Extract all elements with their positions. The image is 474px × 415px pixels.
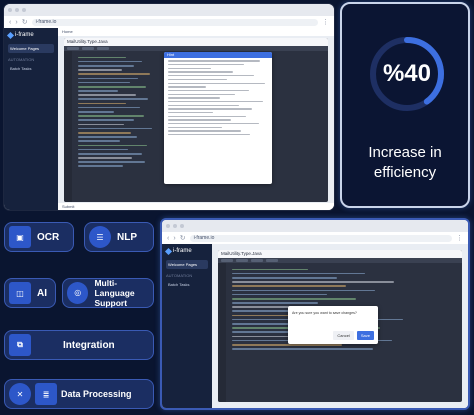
app-area: i-frame Welcome Pages AUTOMATION Batch T… <box>4 28 334 210</box>
sidebar-item-welcome[interactable]: Welcome Pages <box>166 260 208 269</box>
editor-tab[interactable] <box>236 259 248 262</box>
menu-icon[interactable]: ⋮ <box>456 235 463 242</box>
back-icon[interactable]: ‹ <box>167 235 169 242</box>
save-button[interactable]: Save <box>356 331 374 340</box>
sidebar: i-frame Welcome Pages AUTOMATION Batch T… <box>4 28 58 210</box>
sidebar-caption: AUTOMATION <box>166 273 193 278</box>
sidebar-item-batch[interactable]: Batch Tasks <box>8 64 54 73</box>
feature-ai: ◫ AI <box>4 278 56 308</box>
sidebar: i-frame Welcome Pages AUTOMATION Batch T… <box>162 244 212 408</box>
code-editor: MailUtility.Type.Java <box>218 250 462 402</box>
breadcrumb: Home <box>58 28 334 36</box>
brand-name: i-frame <box>173 248 192 254</box>
stat-label-line2: efficiency <box>373 164 437 181</box>
bottom-browser-window: ‹ › ↻ i-frame.io ⋮ i-frame Welcome Pages… <box>160 218 470 410</box>
stat-value: %40 <box>382 60 432 87</box>
back-icon[interactable]: ‹ <box>9 19 11 26</box>
logo-icon <box>6 31 15 39</box>
app-area: i-frame Welcome Pages AUTOMATION Batch T… <box>162 244 468 408</box>
stat-label-line1: Increase in <box>368 144 442 161</box>
language-icon: ◎ <box>67 282 89 304</box>
dialog-buttons: Cancel Save <box>333 331 374 340</box>
feature-data-processing: ✕ ≣ Data Processing <box>4 379 154 409</box>
window-dot <box>15 8 19 12</box>
window-titlebar <box>162 220 468 232</box>
sidebar-item-batch[interactable]: Batch Tasks <box>166 280 208 289</box>
feature-label: NLP <box>117 231 137 243</box>
forward-icon[interactable]: › <box>15 19 17 26</box>
address-bar[interactable]: i-frame.io <box>31 18 318 26</box>
editor-tab[interactable] <box>266 259 278 262</box>
reload-icon[interactable]: ↻ <box>180 235 186 242</box>
popup-title: Hint <box>164 52 272 58</box>
integration-icon: ⧉ <box>9 334 31 356</box>
logo-icon <box>164 247 173 255</box>
brand: i-frame <box>6 31 54 39</box>
save-dialog[interactable]: Are you sure you want to save changes? C… <box>288 306 378 344</box>
file-title: MailUtility.Type.Java <box>64 38 328 46</box>
brand-name: i-frame <box>15 32 34 38</box>
file-title: MailUtility.Type.Java <box>218 250 462 258</box>
code-editor: MailUtility.Type.Java <box>64 38 328 202</box>
cancel-button[interactable]: Cancel <box>333 331 354 340</box>
window-dot <box>8 8 12 12</box>
main-pane: Home MailUtility.Type.Java Hint Submit <box>58 28 334 210</box>
feature-label: Data Processing <box>61 389 132 399</box>
tools-icon: ✕ <box>9 383 31 405</box>
editor-tab[interactable] <box>97 47 109 50</box>
editor-tab[interactable] <box>251 259 263 262</box>
forward-icon[interactable]: › <box>173 235 175 242</box>
window-dot <box>166 224 170 228</box>
sidebar-caption: AUTOMATION <box>8 57 35 62</box>
ocr-icon: ▣ <box>9 226 31 248</box>
feature-label: Multi-Language Support <box>94 278 135 308</box>
window-dot <box>173 224 177 228</box>
feature-label: Integration <box>63 339 115 351</box>
dialog-message: Are you sure you want to save changes? <box>292 311 357 315</box>
brand: i-frame <box>164 247 208 255</box>
feature-ocr: ▣ OCR <box>4 222 74 252</box>
top-browser-window: ‹ › ↻ i-frame.io ⋮ i-frame Welcome Pages… <box>4 4 334 210</box>
main-pane: MailUtility.Type.Java Are you sure you w… <box>212 244 468 408</box>
database-icon: ≣ <box>35 383 57 405</box>
line-gutter <box>64 51 72 202</box>
feature-label: OCR <box>37 231 60 243</box>
reload-icon[interactable]: ↻ <box>22 19 28 26</box>
footer-bar[interactable]: Submit <box>58 203 334 210</box>
sidebar-item-welcome[interactable]: Welcome Pages <box>8 44 54 53</box>
line-gutter <box>218 263 226 402</box>
nlp-icon: ☰ <box>89 226 111 248</box>
address-bar[interactable]: i-frame.io <box>189 234 452 242</box>
editor-tab[interactable] <box>82 47 94 50</box>
menu-icon[interactable]: ⋮ <box>322 19 329 26</box>
window-dot <box>22 8 26 12</box>
window-titlebar <box>4 4 334 16</box>
feature-nlp: ☰ NLP <box>84 222 154 252</box>
window-dot <box>180 224 184 228</box>
hint-popup[interactable]: Hint <box>164 52 272 184</box>
efficiency-stat-card: %40 Increase in efficiency <box>340 2 470 208</box>
feature-multi-language: ◎ Multi-Language Support <box>62 278 154 308</box>
editor-tab[interactable] <box>221 259 233 262</box>
editor-tab[interactable] <box>67 47 79 50</box>
feature-label: AI <box>37 287 47 299</box>
ai-chip-icon: ◫ <box>9 282 31 304</box>
feature-integration: ⧉ Integration <box>4 330 154 360</box>
